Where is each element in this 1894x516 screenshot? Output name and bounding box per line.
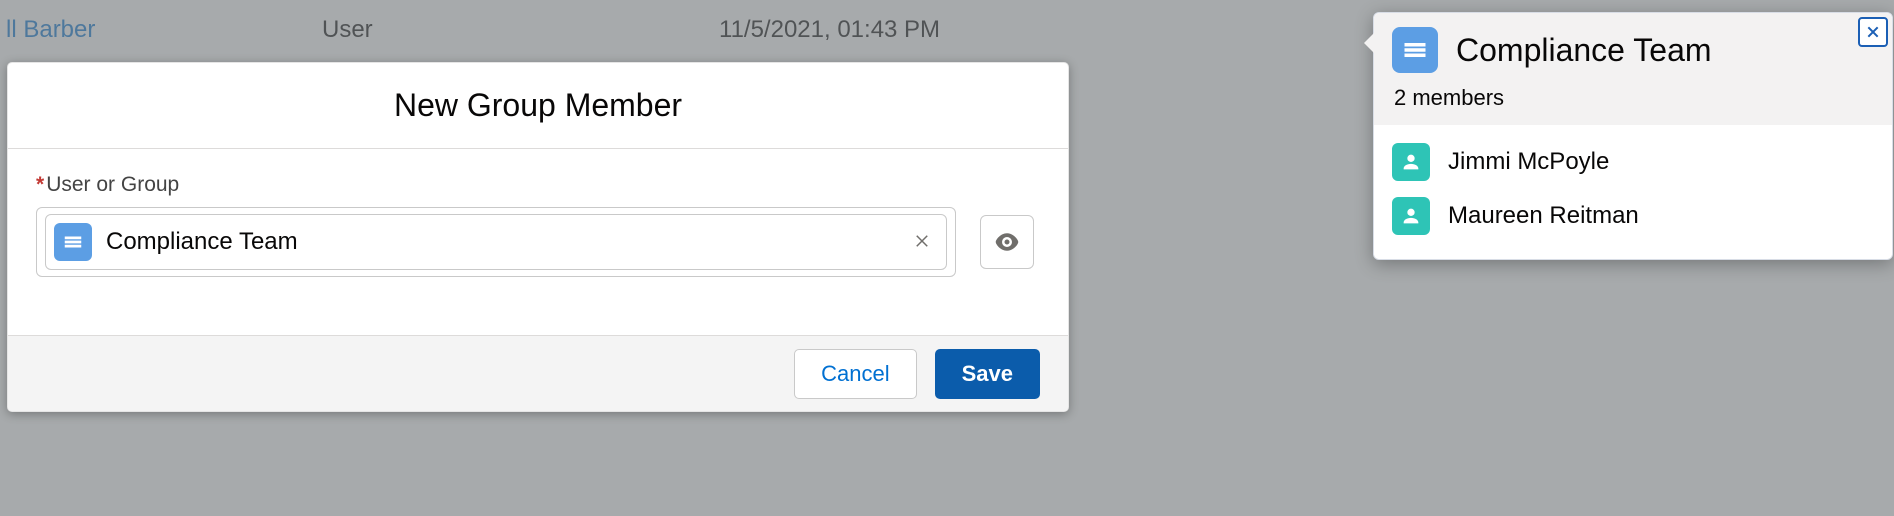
member-name: Jimmi McPoyle xyxy=(1448,148,1609,176)
popover-header: Compliance Team 2 members xyxy=(1374,13,1892,125)
clear-selection-button[interactable] xyxy=(910,230,934,254)
member-row[interactable]: Maureen Reitman xyxy=(1392,189,1874,243)
user-icon xyxy=(1392,143,1430,181)
popover-subtitle: 2 members xyxy=(1392,85,1874,111)
save-button[interactable]: Save xyxy=(935,349,1040,399)
new-group-member-modal: New Group Member *User or Group Complian… xyxy=(7,62,1069,412)
group-icon xyxy=(1392,27,1438,73)
group-preview-popover: Compliance Team 2 members Jimmi McPoyle … xyxy=(1373,12,1893,260)
modal-title: New Group Member xyxy=(394,87,682,124)
modal-header: New Group Member xyxy=(8,63,1068,149)
group-icon xyxy=(54,223,92,261)
required-indicator: * xyxy=(36,173,44,196)
modal-body: *User or Group Compliance Team xyxy=(8,149,1068,305)
user-or-group-label: *User or Group xyxy=(36,173,1040,197)
popover-title: Compliance Team xyxy=(1456,32,1712,69)
user-or-group-input[interactable]: Compliance Team xyxy=(36,207,956,277)
field-row: Compliance Team xyxy=(36,207,1040,277)
member-name: Maureen Reitman xyxy=(1448,202,1639,230)
modal-footer: Cancel Save xyxy=(8,335,1068,411)
popover-close-button[interactable] xyxy=(1858,17,1888,47)
field-label-text: User or Group xyxy=(46,173,179,196)
user-icon xyxy=(1392,197,1430,235)
chip-label: Compliance Team xyxy=(106,228,896,256)
cancel-button[interactable]: Cancel xyxy=(794,349,916,399)
popover-title-row: Compliance Team xyxy=(1392,27,1874,73)
selected-group-chip: Compliance Team xyxy=(45,214,947,270)
preview-button[interactable] xyxy=(980,215,1034,269)
popover-body: Jimmi McPoyle Maureen Reitman xyxy=(1374,125,1892,259)
member-row[interactable]: Jimmi McPoyle xyxy=(1392,135,1874,189)
